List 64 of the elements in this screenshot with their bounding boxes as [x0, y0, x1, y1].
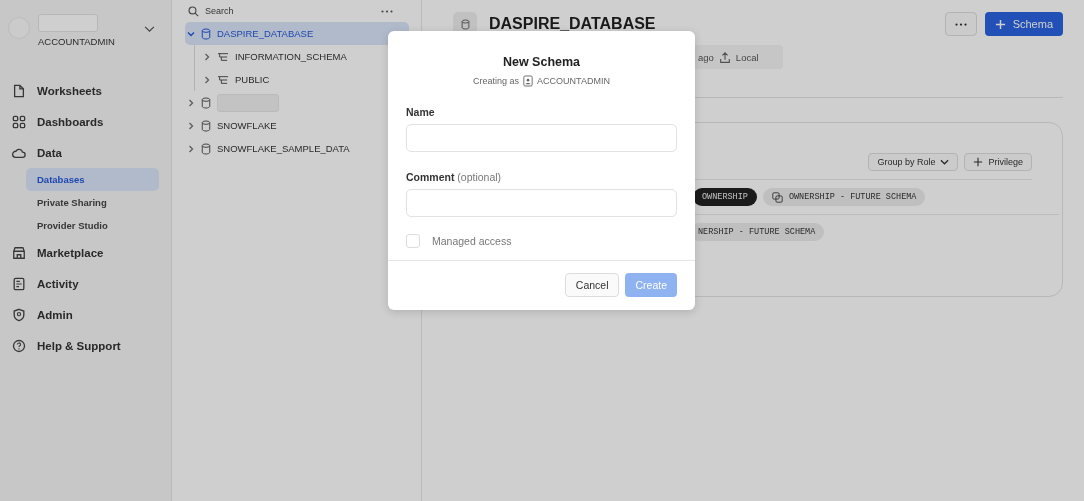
- info-text: Local: [735, 51, 759, 63]
- chevron-down-icon[interactable]: [144, 26, 155, 33]
- nav-item[interactable]: Data: [0, 137, 171, 168]
- role-name: ACCOUNTADMIN: [537, 76, 610, 86]
- checkbox[interactable]: [406, 234, 420, 248]
- chevron-down-icon: [187, 29, 195, 38]
- chevron-down-icon: [940, 159, 950, 165]
- shield-icon: [12, 307, 26, 322]
- list-icon: [12, 276, 26, 291]
- plus-icon: [994, 18, 1006, 30]
- dialog-title: New Schema: [501, 55, 582, 69]
- nav-item[interactable]: Activity: [0, 268, 171, 299]
- upload-icon: [719, 51, 730, 63]
- account-role: ACCOUNTADMIN: [38, 36, 115, 47]
- chevron-right-icon: [187, 98, 195, 107]
- nav-item[interactable]: Dashboards: [0, 106, 171, 137]
- schema-icon: [217, 74, 229, 85]
- database-icon: [201, 27, 211, 40]
- nav-item[interactable]: Worksheets: [0, 75, 171, 106]
- field-label: Name: [406, 106, 436, 118]
- more-button[interactable]: [944, 12, 977, 36]
- database-icon: [201, 119, 211, 132]
- database-icon: [201, 96, 211, 109]
- more-icon: [954, 22, 967, 26]
- privilege-tag[interactable]: OWNERSHIP: [693, 188, 757, 206]
- help-icon: [12, 338, 26, 353]
- schema-icon: [217, 51, 229, 62]
- more-icon[interactable]: [381, 9, 393, 13]
- input-field[interactable]: [406, 189, 677, 217]
- cancel-button[interactable]: Cancel: [564, 273, 620, 297]
- tree-item[interactable]: SNOWFLAKE_SAMPLE_DATA: [185, 137, 409, 160]
- nav-subitem[interactable]: Provider Studio: [26, 214, 159, 237]
- tree-item[interactable]: PUBLIC: [201, 68, 409, 91]
- dialog-subtitle: Creating as: [473, 76, 520, 86]
- nav-subitem[interactable]: Private Sharing: [26, 191, 159, 214]
- copy-icon: [771, 191, 783, 203]
- nav-item[interactable]: Marketplace: [0, 237, 171, 268]
- search-field[interactable]: Search: [205, 6, 375, 16]
- group-by-dropdown[interactable]: Group by Role: [868, 153, 959, 171]
- nav-subitem[interactable]: Databases: [26, 168, 159, 191]
- store-icon: [12, 245, 26, 260]
- search-icon: [188, 5, 199, 17]
- chevron-right-icon: [187, 144, 195, 153]
- nav-item[interactable]: Help & Support: [0, 330, 171, 361]
- user-badge-icon: [523, 75, 534, 87]
- grid-icon: [12, 114, 26, 129]
- input-field[interactable]: [406, 124, 677, 152]
- field-label: Comment (optional): [406, 171, 503, 183]
- chevron-right-icon: [203, 75, 211, 84]
- chevron-right-icon: [187, 121, 195, 130]
- add-privilege-button[interactable]: Privilege: [964, 153, 1032, 171]
- nav-item[interactable]: Admin: [0, 299, 171, 330]
- tree-item[interactable]: DASPIRE_DATABASE: [185, 22, 409, 45]
- privilege-tag[interactable]: OWNERSHIP - FUTURE SCHEMA: [762, 188, 926, 206]
- add-schema-button[interactable]: Schema: [984, 12, 1063, 36]
- redacted-text: [38, 14, 98, 32]
- chevron-right-icon: [203, 52, 211, 61]
- database-icon: [201, 142, 211, 155]
- tree-item[interactable]: INFORMATION_SCHEMA: [201, 45, 409, 68]
- page-title: DASPIRE_DATABASE: [489, 15, 656, 33]
- info-text: ago: [698, 51, 714, 63]
- plus-icon: [973, 157, 984, 167]
- file-icon: [12, 83, 26, 98]
- checkbox-label: Managed access: [432, 235, 512, 247]
